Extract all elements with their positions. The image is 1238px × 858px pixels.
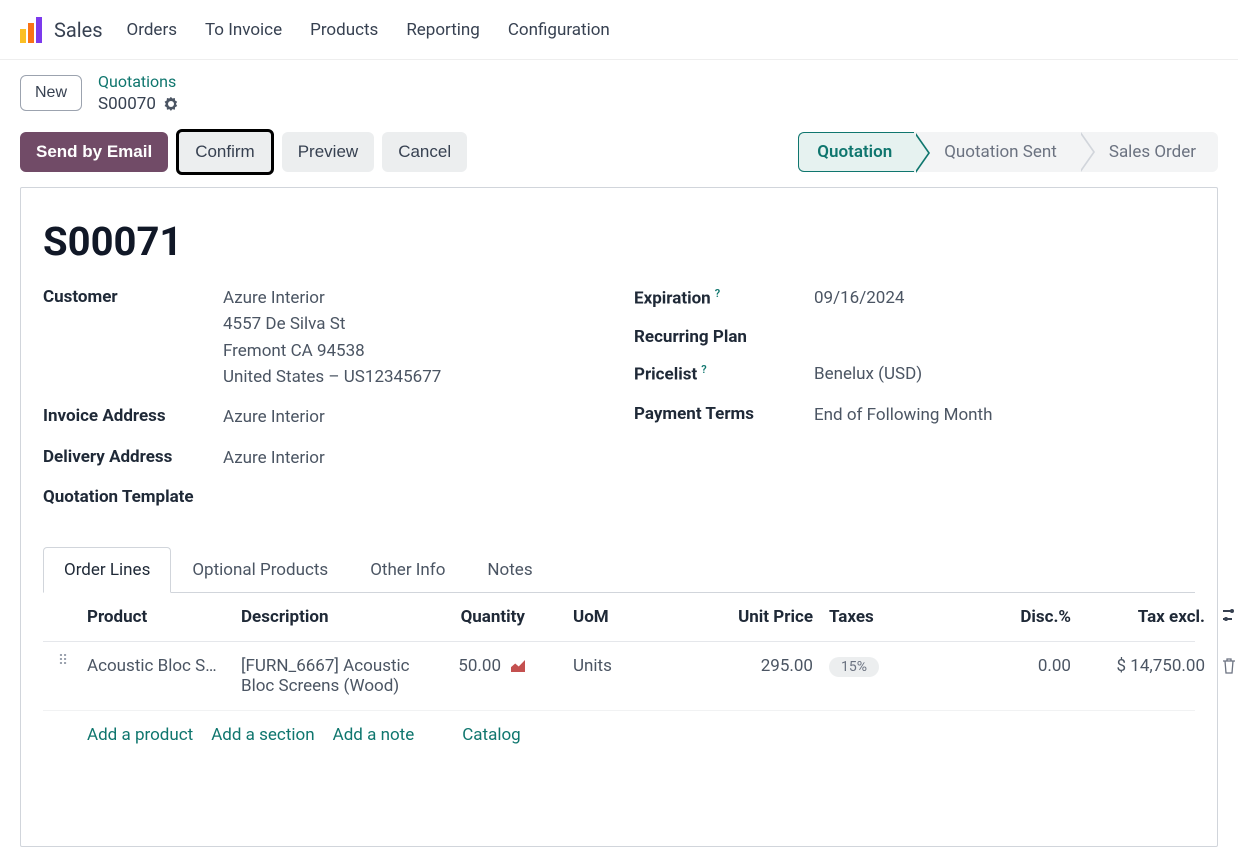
nav-products[interactable]: Products bbox=[310, 20, 378, 40]
recurring-plan-label: Recurring Plan bbox=[634, 325, 814, 347]
add-note-link[interactable]: Add a note bbox=[333, 725, 415, 745]
pricelist-value[interactable]: Benelux (USD) bbox=[814, 361, 1195, 387]
catalog-link[interactable]: Catalog bbox=[462, 725, 521, 745]
drag-handle-icon[interactable]: ⠿ bbox=[43, 656, 83, 664]
nav-reporting[interactable]: Reporting bbox=[406, 20, 480, 40]
breadcrumb-row: New Quotations S00070 bbox=[0, 60, 1238, 129]
table-row[interactable]: ⠿ Acoustic Bloc S… [FURN_6667] Acoustic … bbox=[43, 642, 1195, 711]
col-disc[interactable]: Disc.% bbox=[961, 607, 1071, 627]
expiration-value[interactable]: 09/16/2024 bbox=[814, 285, 1195, 311]
cell-tax-excl: $ 14,750.00 bbox=[1075, 656, 1205, 676]
app-logo bbox=[20, 17, 42, 43]
cell-uom[interactable]: Units bbox=[529, 656, 629, 676]
pricelist-label: Pricelist? bbox=[634, 361, 814, 385]
forecast-icon[interactable] bbox=[511, 660, 525, 672]
gear-icon[interactable] bbox=[164, 97, 178, 111]
cell-quantity[interactable]: 50.00 bbox=[458, 656, 501, 676]
col-unit-price[interactable]: Unit Price bbox=[633, 607, 813, 627]
payment-terms-label: Payment Terms bbox=[634, 402, 814, 424]
tab-other-info[interactable]: Other Info bbox=[349, 547, 466, 593]
invoice-address-label: Invoice Address bbox=[43, 404, 223, 426]
delivery-address-label: Delivery Address bbox=[43, 445, 223, 467]
stage-quotation[interactable]: Quotation bbox=[798, 132, 914, 172]
tab-order-lines[interactable]: Order Lines bbox=[43, 547, 171, 593]
nav-to-invoice[interactable]: To Invoice bbox=[205, 20, 282, 40]
confirm-button[interactable]: Confirm bbox=[176, 129, 274, 175]
tabs: Order Lines Optional Products Other Info… bbox=[43, 547, 1195, 593]
expiration-label: Expiration? bbox=[634, 285, 814, 309]
col-description[interactable]: Description bbox=[241, 607, 411, 627]
invoice-address-value[interactable]: Azure Interior bbox=[223, 404, 604, 430]
nav-configuration[interactable]: Configuration bbox=[508, 20, 610, 40]
col-quantity[interactable]: Quantity bbox=[415, 607, 525, 627]
action-bar: Send by Email Confirm Preview Cancel Quo… bbox=[0, 129, 1238, 187]
cell-product[interactable]: Acoustic Bloc S… bbox=[87, 656, 237, 676]
breadcrumb-current: S00070 bbox=[98, 93, 156, 115]
new-button[interactable]: New bbox=[20, 75, 82, 111]
stage-sales-order[interactable]: Sales Order bbox=[1079, 132, 1218, 172]
tab-notes[interactable]: Notes bbox=[466, 547, 553, 593]
navbar: Sales Orders To Invoice Products Reporti… bbox=[0, 0, 1238, 60]
add-section-link[interactable]: Add a section bbox=[211, 725, 314, 745]
stage-quotation-sent[interactable]: Quotation Sent bbox=[914, 132, 1079, 172]
help-icon[interactable]: ? bbox=[701, 363, 706, 376]
status-bar: Quotation Quotation Sent Sales Order bbox=[798, 132, 1218, 172]
columns-options-icon[interactable] bbox=[1209, 607, 1238, 627]
send-by-email-button[interactable]: Send by Email bbox=[20, 132, 168, 172]
order-lines-grid: Product Description Quantity UoM Unit Pr… bbox=[43, 592, 1195, 759]
cancel-button[interactable]: Cancel bbox=[382, 132, 467, 172]
payment-terms-value[interactable]: End of Following Month bbox=[814, 402, 1195, 428]
customer-label: Customer bbox=[43, 285, 223, 307]
tax-badge[interactable]: 15% bbox=[829, 657, 879, 677]
cell-description[interactable]: [FURN_6667] Acoustic Bloc Screens (Wood) bbox=[241, 656, 411, 696]
delete-row-icon[interactable] bbox=[1209, 656, 1238, 679]
record-title: S00071 bbox=[43, 218, 1195, 265]
breadcrumb-parent[interactable]: Quotations bbox=[98, 72, 178, 93]
col-tax-excl[interactable]: Tax excl. bbox=[1075, 607, 1205, 627]
col-uom[interactable]: UoM bbox=[529, 607, 629, 627]
customer-value[interactable]: Azure Interior 4557 De Silva St Fremont … bbox=[223, 285, 604, 390]
cell-unit-price[interactable]: 295.00 bbox=[633, 656, 813, 676]
app-name[interactable]: Sales bbox=[54, 18, 103, 42]
col-taxes[interactable]: Taxes bbox=[817, 607, 957, 627]
form-sheet: S00071 Customer Azure Interior 4557 De S… bbox=[20, 187, 1218, 847]
nav-orders[interactable]: Orders bbox=[127, 20, 177, 40]
tab-optional-products[interactable]: Optional Products bbox=[171, 547, 349, 593]
cell-disc[interactable]: 0.00 bbox=[961, 656, 1071, 676]
help-icon[interactable]: ? bbox=[715, 287, 720, 300]
quotation-template-label: Quotation Template bbox=[43, 485, 223, 507]
col-product[interactable]: Product bbox=[87, 607, 237, 627]
add-product-link[interactable]: Add a product bbox=[87, 725, 193, 745]
preview-button[interactable]: Preview bbox=[282, 132, 374, 172]
delivery-address-value[interactable]: Azure Interior bbox=[223, 445, 604, 471]
